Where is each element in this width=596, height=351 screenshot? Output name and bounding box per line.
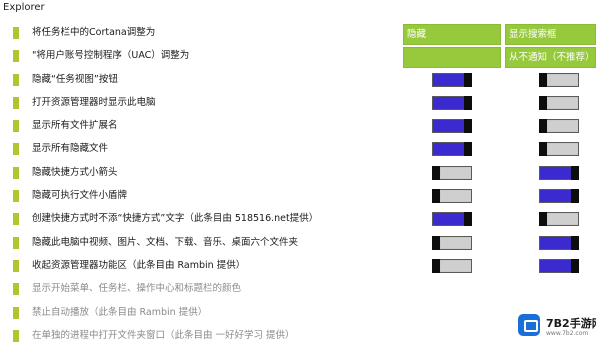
setting-row-cortana: 将任务栏中的Cortana调整为 隐藏 显示搜索框 — [0, 22, 596, 45]
row-marker — [13, 213, 19, 226]
toggle-option-1[interactable] — [432, 95, 472, 110]
uac-option-empty[interactable] — [403, 47, 501, 69]
setting-label: "将用户账号控制程序（UAC）调整为 — [32, 50, 190, 62]
setting-label: 隐藏快捷方式小箭头 — [32, 166, 118, 178]
uac-option-never-notify[interactable]: 从不通知（不推荐） — [505, 47, 596, 69]
setting-row-task-view: 隐藏“任务视图”按钮 — [0, 69, 596, 92]
setting-label: 收起资源管理器功能区（此条目由 Rambin 提供） — [32, 259, 246, 271]
setting-row-hide-shield: 隐藏可执行文件小盾牌 — [0, 185, 596, 208]
toggle-option-1[interactable] — [432, 72, 472, 87]
row-marker — [13, 73, 19, 86]
toggle-option-2[interactable] — [539, 165, 579, 180]
setting-row-hide-shortcut-arrow: 隐藏快捷方式小箭头 — [0, 162, 596, 185]
cortana-option-hide[interactable]: 隐藏 — [403, 24, 501, 45]
setting-label: 显示开始菜单、任务栏、操作中心和标题栏的颜色 — [32, 283, 242, 295]
brand-logo-icon — [518, 314, 540, 336]
setting-row-separate-process: 在单独的进程中打开文件夹窗口（此条目由 一好好学习 提供） — [0, 325, 596, 348]
row-marker — [13, 283, 19, 296]
toggle-option-2[interactable] — [539, 189, 579, 204]
setting-row-hide-six-folders: 隐藏此电脑中视频、图片、文档、下载、音乐、桌面六个文件夹 — [0, 232, 596, 255]
row-marker — [13, 259, 19, 272]
watermark-logo: 7B2手游网 www.7b2.com — [512, 308, 596, 346]
settings-list: 将任务栏中的Cortana调整为 隐藏 显示搜索框 "将用户账号控制程序（UAC… — [0, 22, 596, 348]
setting-label: 显示所有隐藏文件 — [32, 143, 109, 155]
setting-label: 禁止自动播放（此条目由 Rambin 提供） — [32, 306, 208, 318]
setting-row-disable-autoplay: 禁止自动播放（此条目由 Rambin 提供） — [0, 302, 596, 325]
row-marker — [13, 50, 19, 63]
cortana-option-show-search-box[interactable]: 显示搜索框 — [505, 24, 596, 45]
setting-row-uac: "将用户账号控制程序（UAC）调整为 从不通知（不推荐） — [0, 45, 596, 69]
watermark-brand: 7B2手游网 — [546, 317, 596, 330]
row-marker — [13, 306, 19, 319]
toggle-option-1[interactable] — [432, 212, 472, 227]
setting-label: 隐藏可执行文件小盾牌 — [32, 190, 128, 202]
toggle-option-1[interactable] — [432, 189, 472, 204]
setting-label: 将任务栏中的Cortana调整为 — [32, 27, 156, 38]
row-marker — [13, 143, 19, 156]
toggle-option-1[interactable] — [432, 119, 472, 134]
setting-label: 在单独的进程中打开文件夹窗口（此条目由 一好好学习 提供） — [32, 329, 295, 341]
toggle-option-2[interactable] — [539, 235, 579, 250]
toggle-option-2[interactable] — [539, 258, 579, 273]
setting-label: 隐藏“任务视图”按钮 — [32, 73, 118, 85]
setting-label: 打开资源管理器时显示此电脑 — [32, 96, 156, 108]
setting-label: 创建快捷方式时不添“快捷方式”文字（此条目由 518516.net提供） — [32, 213, 319, 225]
toggle-option-1[interactable] — [432, 258, 472, 273]
row-marker — [13, 27, 19, 39]
row-marker — [13, 236, 19, 249]
setting-row-show-extensions: 显示所有文件扩展名 — [0, 115, 596, 138]
row-marker — [13, 120, 19, 133]
toggle-option-2[interactable] — [539, 212, 579, 227]
row-marker — [13, 96, 19, 109]
setting-row-shortcut-suffix: 创建快捷方式时不添“快捷方式”文字（此条目由 518516.net提供） — [0, 208, 596, 231]
toggle-option-2[interactable] — [539, 72, 579, 87]
setting-label: 显示所有文件扩展名 — [32, 120, 118, 132]
setting-row-collapse-ribbon: 收起资源管理器功能区（此条目由 Rambin 提供） — [0, 255, 596, 278]
setting-row-open-this-pc: 打开资源管理器时显示此电脑 — [0, 92, 596, 115]
setting-row-show-hidden-files: 显示所有隐藏文件 — [0, 138, 596, 161]
row-marker — [13, 329, 19, 342]
setting-label: 隐藏此电脑中视频、图片、文档、下载、音乐、桌面六个文件夹 — [32, 236, 299, 248]
toggle-option-1[interactable] — [432, 142, 472, 157]
watermark-url: www.7b2.com — [546, 330, 589, 337]
setting-row-accent-colors: 显示开始菜单、任务栏、操作中心和标题栏的颜色 — [0, 278, 596, 301]
toggle-option-2[interactable] — [539, 142, 579, 157]
toggle-option-1[interactable] — [432, 165, 472, 180]
window-title: Explorer — [3, 2, 45, 13]
toggle-option-2[interactable] — [539, 119, 579, 134]
row-marker — [13, 166, 19, 179]
toggle-option-2[interactable] — [539, 95, 579, 110]
toggle-option-1[interactable] — [432, 235, 472, 250]
row-marker — [13, 190, 19, 203]
